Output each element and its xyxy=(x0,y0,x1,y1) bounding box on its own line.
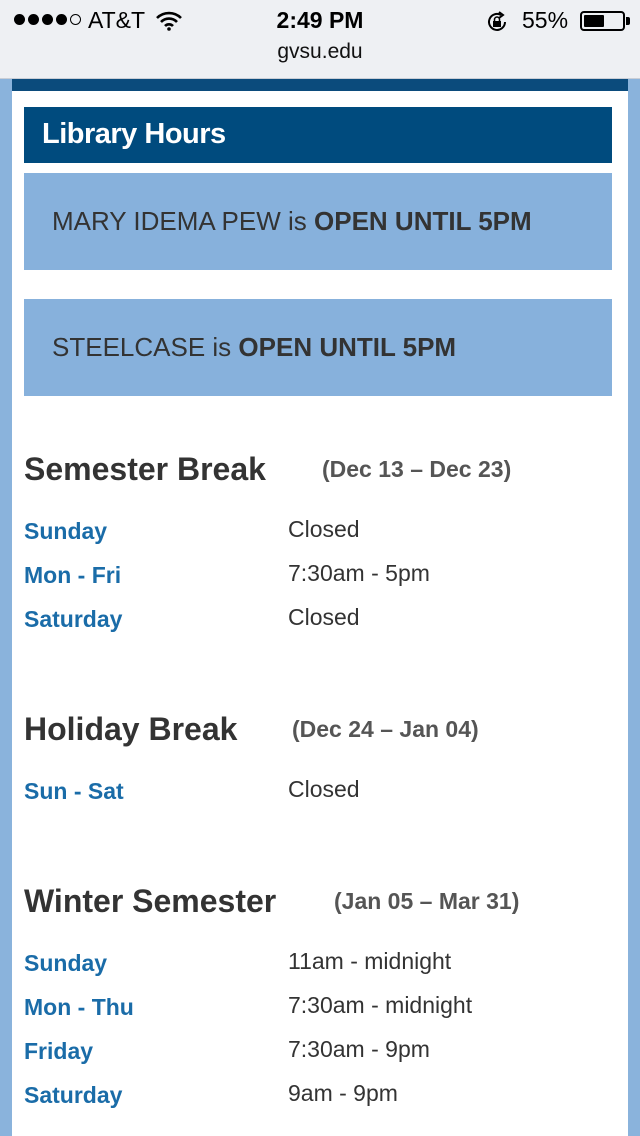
location-status-box: STEELCASE is OPEN UNTIL 5PM xyxy=(24,299,612,396)
hours-value: 7:30am - 9pm xyxy=(288,1036,430,1062)
location-connector: is xyxy=(212,332,232,362)
library-hours-header: Library Hours xyxy=(24,107,612,163)
url-bar[interactable]: gvsu.edu xyxy=(0,40,640,64)
battery-icon xyxy=(580,11,625,31)
hours-value: 7:30am - 5pm xyxy=(288,560,430,586)
nav-strip xyxy=(12,79,628,91)
hours-value: 9am - 9pm xyxy=(288,1080,398,1106)
library-hours-title: Library Hours xyxy=(42,118,226,150)
day-label: Mon - Fri xyxy=(24,562,122,588)
section-title: Winter Semester xyxy=(24,883,277,919)
day-label: Friday xyxy=(24,1038,94,1064)
battery-cap xyxy=(626,17,630,25)
battery-percent: 55% xyxy=(522,7,569,33)
section-date-range: (Dec 13 – Dec 23) xyxy=(322,456,512,482)
location-status-box: MARY IDEMA PEW is OPEN UNTIL 5PM xyxy=(24,173,612,270)
day-label: Mon - Thu xyxy=(24,994,134,1020)
location-name: MARY IDEMA PEW xyxy=(52,206,281,236)
rotation-lock-icon xyxy=(486,11,508,38)
section-date-range: (Dec 24 – Jan 04) xyxy=(292,716,479,742)
hours-value: Closed xyxy=(288,776,360,802)
battery-level xyxy=(584,15,604,27)
location-status-text: MARY IDEMA PEW is OPEN UNTIL 5PM xyxy=(52,206,532,237)
status-bar: AT&T 2:49 PM 55% xyxy=(0,0,640,40)
day-label: Sun - Sat xyxy=(24,778,124,804)
day-label: Sunday xyxy=(24,518,108,544)
hours-value: 11am - midnight xyxy=(288,948,452,974)
hours-value: Closed xyxy=(288,604,360,630)
hours-value: 7:30am - midnight xyxy=(288,992,473,1018)
location-name: STEELCASE xyxy=(52,332,206,362)
day-label: Sunday xyxy=(24,950,108,976)
location-status-text: STEELCASE is OPEN UNTIL 5PM xyxy=(52,332,456,363)
day-label: Saturday xyxy=(24,606,123,632)
section-title: Holiday Break xyxy=(24,711,238,747)
section-title: Semester Break xyxy=(24,451,266,487)
location-status: OPEN UNTIL 5PM xyxy=(314,206,532,236)
day-label: Saturday xyxy=(24,1082,123,1108)
location-status: OPEN UNTIL 5PM xyxy=(238,332,457,362)
section-date-range: (Jan 05 – Mar 31) xyxy=(334,888,520,914)
hours-value: Closed xyxy=(288,516,360,542)
location-connector: is xyxy=(288,206,307,236)
browser-top-bar: AT&T 2:49 PM 55% gvsu.edu xyxy=(0,0,640,79)
